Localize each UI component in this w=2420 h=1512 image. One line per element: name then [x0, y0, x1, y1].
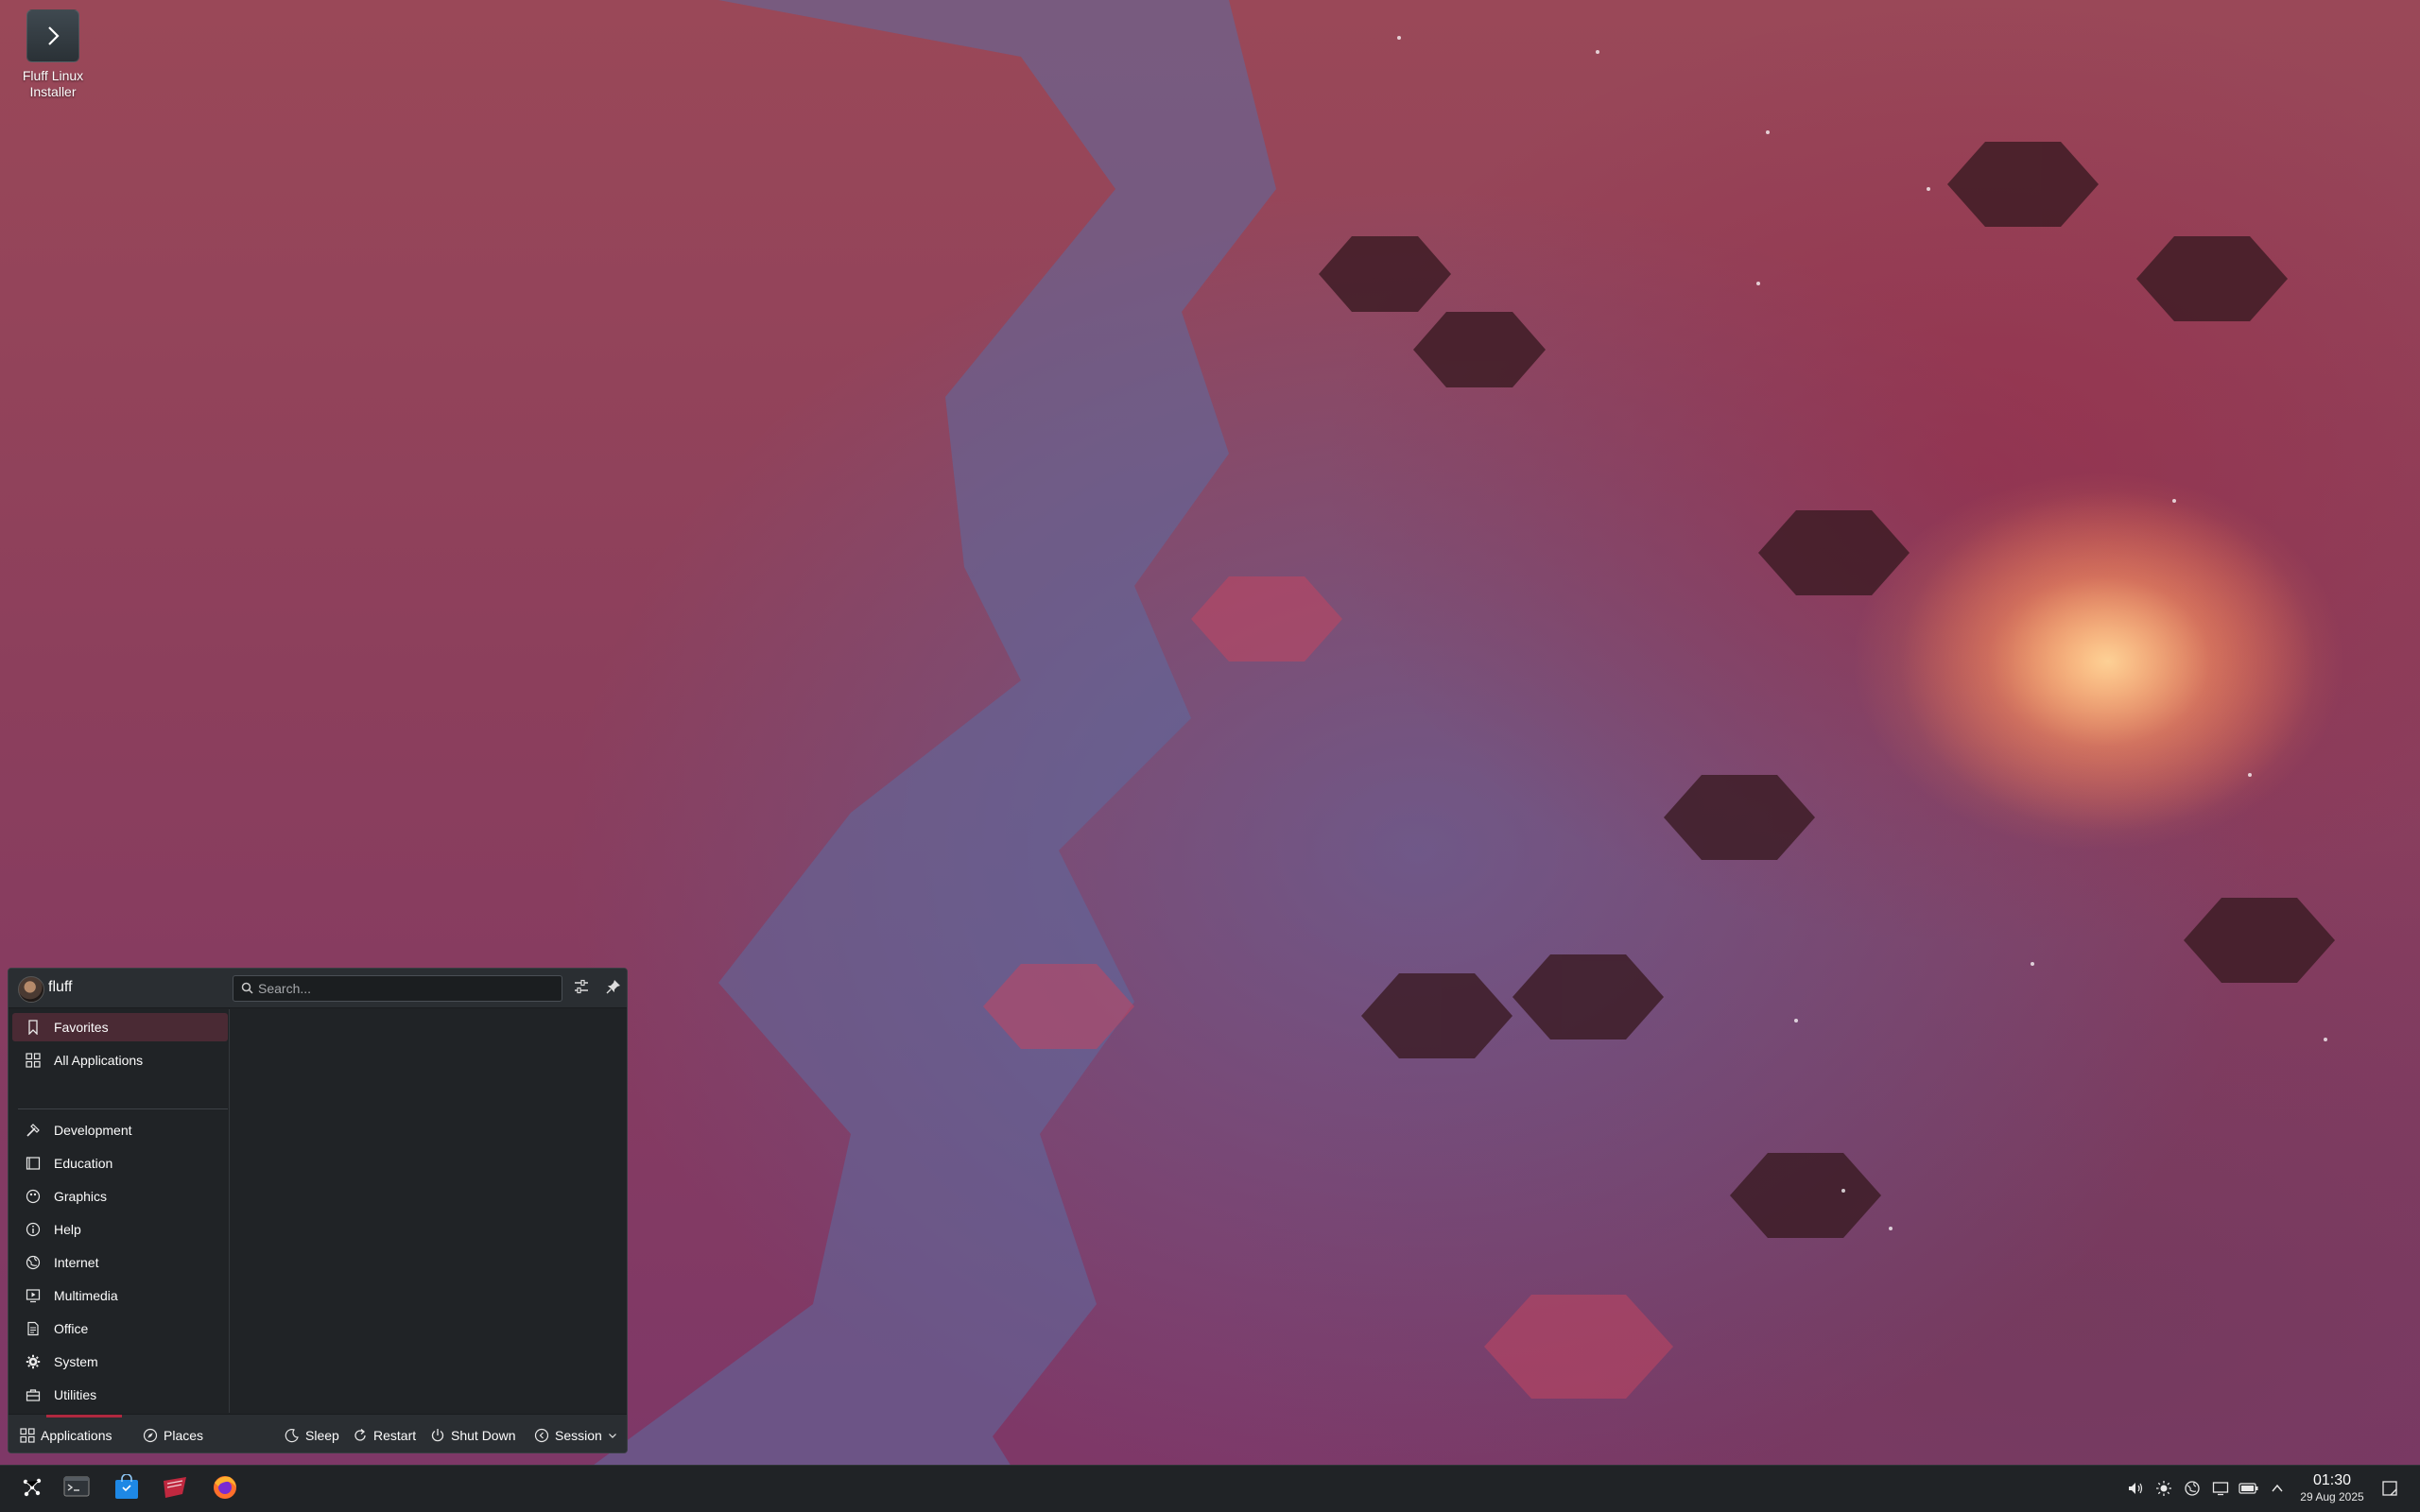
launcher-footer: Applications Places Sleep Restart Shut D… — [9, 1414, 627, 1452]
tab-label: Places — [164, 1428, 204, 1443]
globe-icon — [24, 1253, 43, 1272]
software-store-button[interactable] — [110, 1472, 144, 1505]
palette-icon — [24, 1187, 43, 1206]
toolbox-icon — [24, 1385, 43, 1404]
network-icon — [2184, 1480, 2201, 1502]
terminal-icon — [63, 1475, 90, 1504]
document-icon — [24, 1319, 43, 1338]
network-button[interactable] — [2182, 1480, 2203, 1501]
taskbar: 01:30 29 Aug 2025 — [0, 1465, 2420, 1512]
category-internet[interactable]: Internet — [12, 1248, 235, 1277]
category-label: Office — [54, 1321, 89, 1336]
grid-icon — [24, 1051, 43, 1070]
session-button[interactable]: Session — [534, 1425, 617, 1446]
search-box[interactable] — [233, 975, 562, 1002]
gear-icon — [24, 1352, 43, 1371]
username: fluff — [48, 979, 73, 995]
terminal-button[interactable] — [60, 1473, 94, 1505]
monitor-play-icon — [24, 1286, 43, 1305]
shut-down-label: Shut Down — [451, 1428, 516, 1443]
desktop-icon-label: Fluff Linux Installer — [22, 68, 84, 99]
active-tab-indicator — [46, 1415, 122, 1418]
show-desktop-button[interactable] — [2379, 1480, 2400, 1501]
category-favorites[interactable]: Favorites — [12, 1013, 228, 1041]
category-label: Internet — [54, 1255, 99, 1270]
store-icon — [113, 1472, 140, 1505]
category-education[interactable]: Education — [12, 1149, 235, 1177]
search-icon — [241, 982, 253, 999]
shut-down-button[interactable]: Shut Down — [430, 1425, 515, 1446]
category-label: Help — [54, 1222, 81, 1237]
show-desktop-icon — [2381, 1480, 2398, 1502]
tray-expander-button[interactable] — [2267, 1480, 2288, 1501]
category-utilities[interactable]: Utilities — [12, 1381, 235, 1409]
volume-button[interactable] — [2125, 1480, 2146, 1501]
compass-icon — [143, 1428, 158, 1443]
category-label: Education — [54, 1156, 113, 1171]
avatar[interactable] — [18, 976, 44, 1003]
brightness-button[interactable] — [2153, 1480, 2174, 1501]
bookmark-icon — [24, 1018, 43, 1037]
pin-icon — [606, 979, 621, 999]
battery-button[interactable] — [2238, 1480, 2259, 1501]
category-label: Utilities — [54, 1387, 97, 1402]
tab-places[interactable]: Places — [143, 1425, 203, 1446]
application-launcher: fluff Favorites All Applications — [8, 968, 628, 1453]
book-icon — [24, 1154, 43, 1173]
app-launcher-icon — [20, 1475, 44, 1504]
restart-label: Restart — [373, 1428, 417, 1443]
category-label: System — [54, 1354, 98, 1369]
category-label: Development — [54, 1123, 132, 1138]
firefox-icon — [211, 1473, 239, 1506]
sliders-icon — [573, 978, 590, 1000]
file-manager-icon — [162, 1475, 190, 1504]
chevron-right-icon — [26, 9, 79, 62]
category-label: Multimedia — [54, 1288, 118, 1303]
separator — [18, 1108, 228, 1109]
info-icon — [24, 1220, 43, 1239]
battery-icon — [2238, 1482, 2259, 1500]
sleep-button[interactable]: Sleep — [285, 1425, 339, 1446]
sleep-label: Sleep — [305, 1428, 339, 1443]
hammer-icon — [24, 1121, 43, 1140]
session-label: Session — [555, 1428, 602, 1443]
search-input[interactable] — [258, 978, 551, 999]
pin-button[interactable] — [601, 976, 626, 1001]
application-launcher-button[interactable] — [15, 1473, 49, 1505]
category-label: Favorites — [54, 1020, 109, 1035]
configure-button[interactable] — [569, 976, 594, 1001]
display-button[interactable] — [2210, 1480, 2231, 1501]
category-help[interactable]: Help — [12, 1215, 235, 1244]
category-all-applications[interactable]: All Applications — [12, 1046, 235, 1074]
file-manager-button[interactable] — [159, 1473, 193, 1505]
chevron-up-icon — [2271, 1482, 2284, 1500]
sleep-icon — [285, 1428, 300, 1443]
session-icon — [534, 1428, 549, 1443]
launcher-header: fluff — [9, 969, 627, 1008]
category-label: All Applications — [54, 1053, 144, 1068]
volume-icon — [2127, 1480, 2144, 1502]
restart-icon — [353, 1428, 368, 1443]
power-icon — [430, 1428, 445, 1443]
tab-label: Applications — [41, 1428, 112, 1443]
category-multimedia[interactable]: Multimedia — [12, 1281, 235, 1310]
grid-icon — [20, 1428, 35, 1443]
tab-applications[interactable]: Applications — [20, 1425, 112, 1446]
display-icon — [2212, 1480, 2229, 1502]
category-office[interactable]: Office — [12, 1314, 235, 1343]
digital-clock[interactable]: 01:30 29 Aug 2025 — [2288, 1472, 2377, 1504]
category-label: Graphics — [54, 1189, 108, 1204]
brightness-icon — [2155, 1480, 2172, 1502]
category-sidebar: Favorites All Applications Development E… — [9, 1009, 230, 1413]
clock-time: 01:30 — [2312, 1472, 2352, 1488]
category-graphics[interactable]: Graphics — [12, 1182, 235, 1211]
category-development[interactable]: Development — [12, 1116, 235, 1144]
desktop-icon-installer[interactable]: Fluff Linux Installer — [13, 9, 93, 100]
restart-button[interactable]: Restart — [353, 1425, 416, 1446]
clock-date: 29 Aug 2025 — [2300, 1490, 2364, 1503]
category-system[interactable]: System — [12, 1348, 235, 1376]
chevron-down-icon — [608, 1431, 617, 1440]
firefox-button[interactable] — [208, 1473, 242, 1505]
